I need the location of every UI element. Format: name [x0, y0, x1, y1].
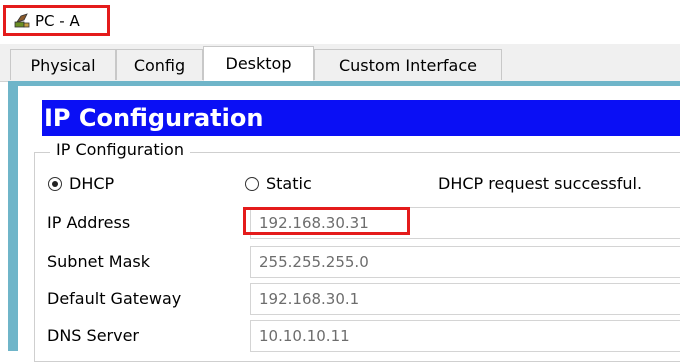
- dns-server-label: DNS Server: [47, 326, 139, 345]
- tab-config[interactable]: Config: [116, 49, 203, 80]
- dns-server-value: 10.10.10.11: [259, 327, 350, 345]
- group-label: IP Configuration: [50, 140, 190, 159]
- window-title-highlight: PC - A: [3, 5, 110, 36]
- tab-physical[interactable]: Physical: [10, 49, 116, 80]
- subnet-mask-field[interactable]: 255.255.255.0: [250, 246, 680, 278]
- tab-desktop[interactable]: Desktop: [203, 46, 314, 81]
- banner-title: IP Configuration: [44, 104, 264, 132]
- title-bar: PC - A: [0, 0, 680, 44]
- default-gateway-field[interactable]: 192.168.30.1: [250, 283, 680, 315]
- dns-server-field[interactable]: 10.10.10.11: [250, 320, 680, 352]
- window-title: PC - A: [35, 11, 80, 30]
- ip-address-highlight: [243, 207, 410, 235]
- tab-strip: Physical Config Desktop Custom Interface: [0, 44, 680, 82]
- dhcp-status-text: DHCP request successful.: [438, 174, 643, 193]
- subnet-mask-value: 255.255.255.0: [259, 253, 369, 271]
- ip-configuration-banner: IP Configuration: [42, 100, 680, 136]
- static-radio[interactable]: [245, 176, 259, 191]
- dhcp-radio[interactable]: [48, 176, 62, 191]
- subnet-mask-label: Subnet Mask: [47, 252, 151, 271]
- network-device-icon: [14, 12, 30, 29]
- dhcp-label: DHCP: [69, 174, 115, 193]
- ip-address-label: IP Address: [47, 213, 131, 232]
- tab-custom-interface[interactable]: Custom Interface: [314, 49, 502, 80]
- static-option[interactable]: Static: [245, 174, 312, 193]
- default-gateway-value: 192.168.30.1: [259, 290, 360, 308]
- dhcp-option[interactable]: DHCP: [48, 174, 114, 193]
- static-label: Static: [266, 174, 312, 193]
- default-gateway-label: Default Gateway: [47, 289, 182, 308]
